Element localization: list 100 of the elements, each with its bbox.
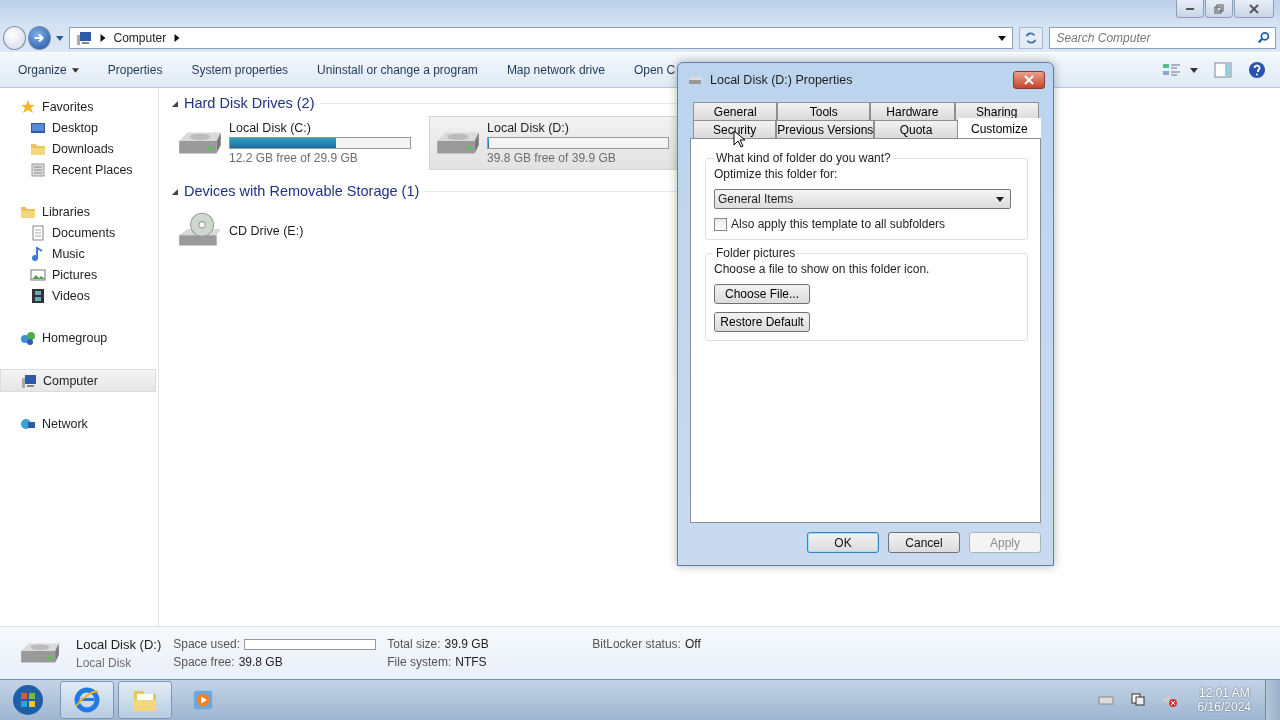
search-field[interactable]: Search Computer	[1049, 27, 1276, 49]
detail-value: 39.8 GB	[238, 655, 283, 669]
tab[interactable]: Hardware	[870, 102, 955, 120]
section-title: What kind of folder do you want?	[715, 151, 892, 165]
chevron-icon[interactable]	[99, 34, 106, 42]
toolbar-button[interactable]: Uninstall or change a program	[307, 59, 488, 81]
film-icon	[30, 287, 46, 304]
tab[interactable]: Tools	[777, 102, 871, 120]
caret-icon	[1190, 67, 1198, 73]
sidebar-item[interactable]: Videos	[0, 285, 156, 306]
collapse-icon[interactable]	[171, 99, 178, 107]
field-label: Optimize this folder for:	[714, 167, 838, 181]
detail-label: Space free:	[173, 655, 235, 669]
close-button[interactable]	[1234, 0, 1274, 18]
minimize-button[interactable]	[1176, 0, 1204, 18]
close-button[interactable]	[1013, 70, 1045, 89]
drive-tile[interactable]: Local Disk (C:) 12.2 GB free of 29.9 GB	[171, 116, 421, 170]
drive-name: Local Disk (D:)	[487, 121, 570, 135]
back-button[interactable]	[3, 26, 26, 50]
detail-value: NTFS	[455, 655, 487, 669]
view-list-icon	[1162, 62, 1182, 78]
refresh-button[interactable]	[1018, 27, 1044, 49]
tab[interactable]: Customize	[957, 118, 1041, 138]
history-dropdown-icon[interactable]	[55, 35, 64, 41]
tab[interactable]: Previous Versions	[776, 120, 875, 138]
sidebar-item[interactable]: Documents	[0, 222, 156, 243]
browser-icon	[73, 686, 101, 714]
computer-icon	[75, 30, 92, 46]
forward-button[interactable]	[27, 26, 51, 50]
sidebar-item[interactable]: Downloads	[0, 138, 156, 159]
drive-name: Local Disk (C:)	[229, 121, 312, 135]
arrow-icon	[32, 31, 47, 45]
sidebar-item[interactable]: Music	[0, 243, 156, 264]
tab[interactable]: Security	[693, 120, 777, 138]
search-icon	[1257, 31, 1271, 45]
dialog-button[interactable]: OK	[807, 532, 879, 553]
computer-icon	[21, 372, 37, 389]
preview-pane-icon	[1214, 62, 1232, 78]
sidebar-item[interactable]: Libraries	[0, 201, 156, 222]
collapse-icon[interactable]	[171, 187, 178, 195]
caret-icon	[996, 196, 1004, 202]
group-heading: Devices with Removable Storage (1)	[184, 183, 420, 199]
tab[interactable]: Quota	[874, 120, 958, 138]
document-icon	[30, 224, 46, 241]
refresh-icon	[1023, 31, 1038, 45]
sidebar-item[interactable]: Network	[0, 413, 156, 434]
toolbar-button[interactable]: Properties	[97, 59, 173, 81]
dialog-button[interactable]: Cancel	[888, 532, 960, 553]
toolbar-button[interactable]: Open C	[623, 59, 686, 81]
windows-logo	[12, 684, 44, 716]
detail-value: Off	[684, 637, 701, 651]
taskbar-app[interactable]	[118, 681, 172, 719]
restore-button[interactable]	[1205, 0, 1233, 18]
picture-icon	[30, 266, 46, 283]
drive-name: CD Drive (E:)	[229, 224, 305, 238]
item-type: Local Disk	[76, 655, 133, 670]
network-icon[interactable]	[1129, 692, 1146, 708]
sidebar-item[interactable]: Desktop	[0, 117, 156, 138]
detail-value: 39.9 GB	[444, 637, 489, 651]
detail-label: Total size:	[387, 637, 441, 651]
dialog-button[interactable]: Choose File...	[714, 284, 810, 304]
checkbox[interactable]	[714, 217, 727, 231]
section-title: Folder pictures	[715, 246, 797, 260]
breadcrumb[interactable]: Computer	[113, 31, 167, 45]
toolbar-button[interactable]: Map network drive	[496, 59, 615, 81]
item-name: Local Disk (D:)	[76, 636, 162, 652]
sidebar-item[interactable]: Favorites	[0, 96, 156, 117]
chevron-icon[interactable]	[174, 34, 181, 42]
drive-tile[interactable]: CD Drive (E:)	[171, 204, 421, 258]
detail-label: BitLocker status:	[592, 637, 681, 651]
tab[interactable]: General	[693, 102, 778, 120]
dialog-button[interactable]: Restore Default	[714, 312, 810, 332]
address-bar[interactable]: Computer	[68, 27, 1013, 49]
taskbar-app[interactable]	[60, 681, 114, 719]
drive-icon	[688, 74, 704, 85]
recent-places-icon	[30, 161, 46, 178]
close-icon	[1024, 74, 1034, 85]
sidebar-item[interactable]: Pictures	[0, 264, 156, 285]
detail-label: Space used:	[173, 637, 240, 651]
muted-speaker-icon[interactable]	[1161, 692, 1178, 708]
group-heading: Hard Disk Drives (2)	[184, 95, 315, 111]
sidebar-item[interactable]: Recent Places	[0, 159, 156, 180]
sidebar-item[interactable]: Computer	[0, 369, 156, 392]
dropdown-icon[interactable]	[997, 35, 1006, 41]
instruction-text: Choose a file to show on this folder icon.	[714, 262, 930, 276]
sidebar-item[interactable]: Homegroup	[0, 327, 156, 348]
caret-icon	[71, 67, 79, 73]
detail-label: File system:	[387, 655, 452, 669]
checkbox-label[interactable]: Also apply this template to all subfolders	[731, 217, 946, 231]
drive-tile[interactable]: Local Disk (D:) 39.8 GB free of 39.9 GB	[429, 116, 679, 170]
minimize-icon	[1186, 7, 1194, 10]
toolbar-button[interactable]: System properties	[181, 59, 299, 81]
star-icon	[20, 98, 36, 115]
restore-icon	[1214, 3, 1224, 14]
folder-type-dropdown[interactable]: General Items	[714, 189, 1011, 209]
organize-menu[interactable]: Organize	[8, 59, 89, 81]
media-player-icon	[192, 689, 214, 711]
free-space-text: 12.2 GB free of 29.9 GB	[229, 151, 359, 165]
close-icon	[1249, 3, 1259, 14]
help-icon	[1248, 61, 1266, 79]
